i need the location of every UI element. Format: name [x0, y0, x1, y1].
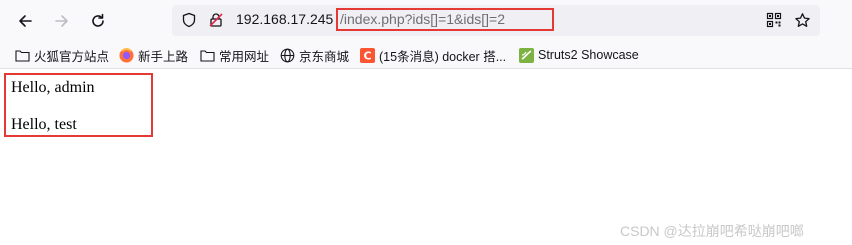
url-path-highlight[interactable]: /index.php?ids[]=1&ids[]=2 [336, 8, 554, 31]
url-host[interactable]: 192.168.17.245 [236, 11, 333, 27]
bookmark-item[interactable]: C (15条消息) docker 搭... [359, 46, 506, 64]
page-content: Hello, admin Hello, test [0, 69, 852, 245]
reload-icon [92, 13, 104, 27]
insecure-lock-icon[interactable] [207, 11, 225, 29]
qr-code-icon[interactable] [765, 11, 783, 29]
bookmark-item[interactable]: 新手上路 [118, 46, 188, 64]
bookmark-item[interactable]: Struts2 Showcase [518, 46, 639, 64]
bookmark-item[interactable]: 京东商城 [279, 46, 349, 64]
arrow-left-icon [19, 15, 32, 27]
browser-toolbar: 192.168.17.245 /index.php?ids[]=1&ids[]=… [0, 0, 852, 42]
bookmark-label: Struts2 Showcase [538, 48, 639, 62]
back-button[interactable] [13, 9, 37, 33]
globe-icon [279, 47, 295, 63]
shield-icon[interactable] [180, 11, 198, 29]
bookmark-label: 新手上路 [138, 49, 189, 64]
hello-admin-text: Hello, admin [11, 79, 95, 96]
reload-button[interactable] [86, 9, 110, 33]
svg-text:C: C [363, 49, 371, 62]
firefox-icon [118, 47, 134, 63]
arrow-right-icon [55, 15, 68, 27]
bookmark-label: (15条消息) docker 搭... [379, 49, 507, 64]
csdn-icon: C [359, 47, 375, 63]
bookmarks-toolbar: 火狐官方站点 新手上路 常用网址 京东商城 C (15条消息) docker 搭… [0, 42, 852, 69]
struts-icon [518, 47, 534, 63]
bookmark-label: 常用网址 [219, 49, 270, 64]
bookmark-label: 京东商城 [299, 49, 350, 64]
folder-icon [14, 47, 30, 63]
bookmark-item[interactable]: 火狐官方站点 [14, 46, 109, 64]
forward-button[interactable] [50, 9, 74, 33]
hello-test-text: Hello, test [11, 116, 77, 133]
bookmark-label: 火狐官方站点 [34, 49, 110, 64]
csdn-watermark: CSDN @达拉崩吧希哒崩吧啷 [620, 223, 804, 239]
folder-icon [199, 47, 215, 63]
bookmark-star-icon[interactable] [793, 11, 811, 29]
bookmark-item[interactable]: 常用网址 [199, 46, 269, 64]
